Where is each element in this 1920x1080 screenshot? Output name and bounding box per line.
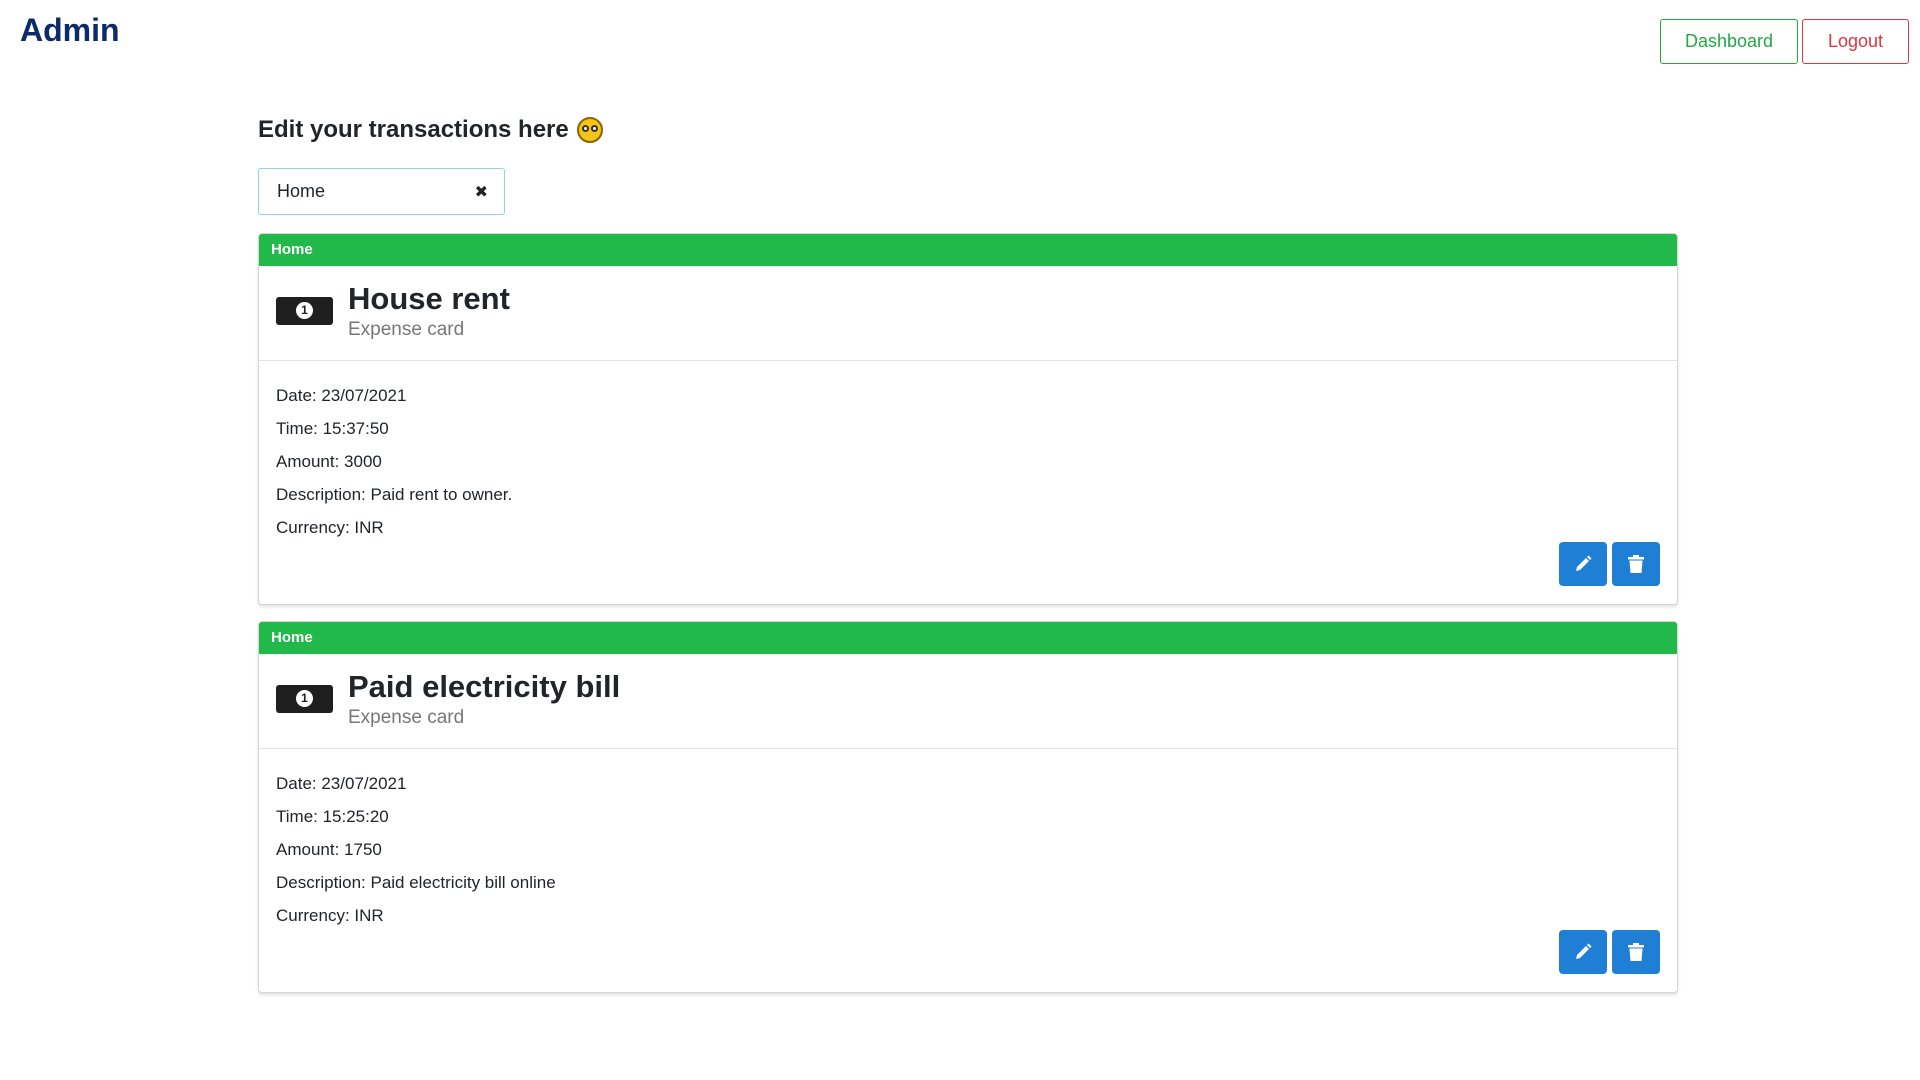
card-body: Date: 23/07/2021 Time: 15:37:50 Amount: …: [259, 361, 1677, 604]
close-icon[interactable]: ✖: [475, 182, 488, 202]
transaction-time: Time: 15:37:50: [276, 419, 389, 438]
trash-icon: [1628, 943, 1644, 961]
delete-button[interactable]: [1612, 542, 1660, 586]
money-bill-icon: [276, 297, 333, 325]
card-subtitle: Expense card: [348, 319, 465, 340]
transaction-amount: Amount: 1750: [276, 840, 382, 859]
top-navbar: Admin Dashboard Logout: [0, 0, 1920, 70]
transaction-currency: Currency: INR: [276, 906, 384, 925]
card-actions: [1559, 542, 1660, 586]
category-filter-select[interactable]: Home ✖: [258, 168, 505, 215]
page-title: Edit your transactions here: [258, 116, 569, 143]
transaction-description: Description: Paid rent to owner.: [276, 485, 513, 504]
money-bill-icon: [276, 685, 333, 713]
transaction-card: Home House rent Expense card Date: 23/07…: [258, 233, 1678, 605]
transaction-description: Description: Paid electricity bill onlin…: [276, 873, 556, 892]
card-body: Date: 23/07/2021 Time: 15:25:20 Amount: …: [259, 749, 1677, 992]
category-ribbon: Home: [259, 622, 1677, 654]
flushed-face-icon: [576, 117, 603, 143]
category-ribbon: Home: [259, 234, 1677, 266]
brand-title[interactable]: Admin: [20, 12, 120, 49]
card-subtitle: Expense card: [348, 707, 465, 728]
card-title-group: Paid electricity bill Expense card: [348, 669, 620, 729]
transaction-amount: Amount: 3000: [276, 452, 382, 471]
delete-button[interactable]: [1612, 930, 1660, 974]
card-actions: [1559, 930, 1660, 974]
main-content: Edit your transactions here Home ✖ Home …: [258, 112, 1678, 993]
transaction-date: Date: 23/07/2021: [276, 774, 407, 793]
trash-icon: [1628, 555, 1644, 573]
edit-button[interactable]: [1559, 542, 1607, 586]
transaction-currency: Currency: INR: [276, 518, 384, 537]
pencil-icon: [1576, 555, 1592, 571]
card-header: House rent Expense card: [259, 266, 1677, 361]
card-title: House rent: [348, 281, 510, 316]
edit-button[interactable]: [1559, 930, 1607, 974]
transaction-date: Date: 23/07/2021: [276, 386, 407, 405]
transaction-card: Home Paid electricity bill Expense card …: [258, 621, 1678, 993]
page-heading: Edit your transactions here: [258, 112, 1678, 148]
filter-selected-value: Home: [277, 181, 326, 201]
card-title-group: House rent Expense card: [348, 281, 510, 341]
transaction-time: Time: 15:25:20: [276, 807, 389, 826]
dashboard-button[interactable]: Dashboard: [1660, 19, 1798, 64]
nav-buttons: Dashboard Logout: [1660, 19, 1909, 64]
card-header: Paid electricity bill Expense card: [259, 654, 1677, 749]
pencil-icon: [1576, 943, 1592, 959]
card-title: Paid electricity bill: [348, 669, 621, 704]
logout-button[interactable]: Logout: [1802, 19, 1909, 64]
